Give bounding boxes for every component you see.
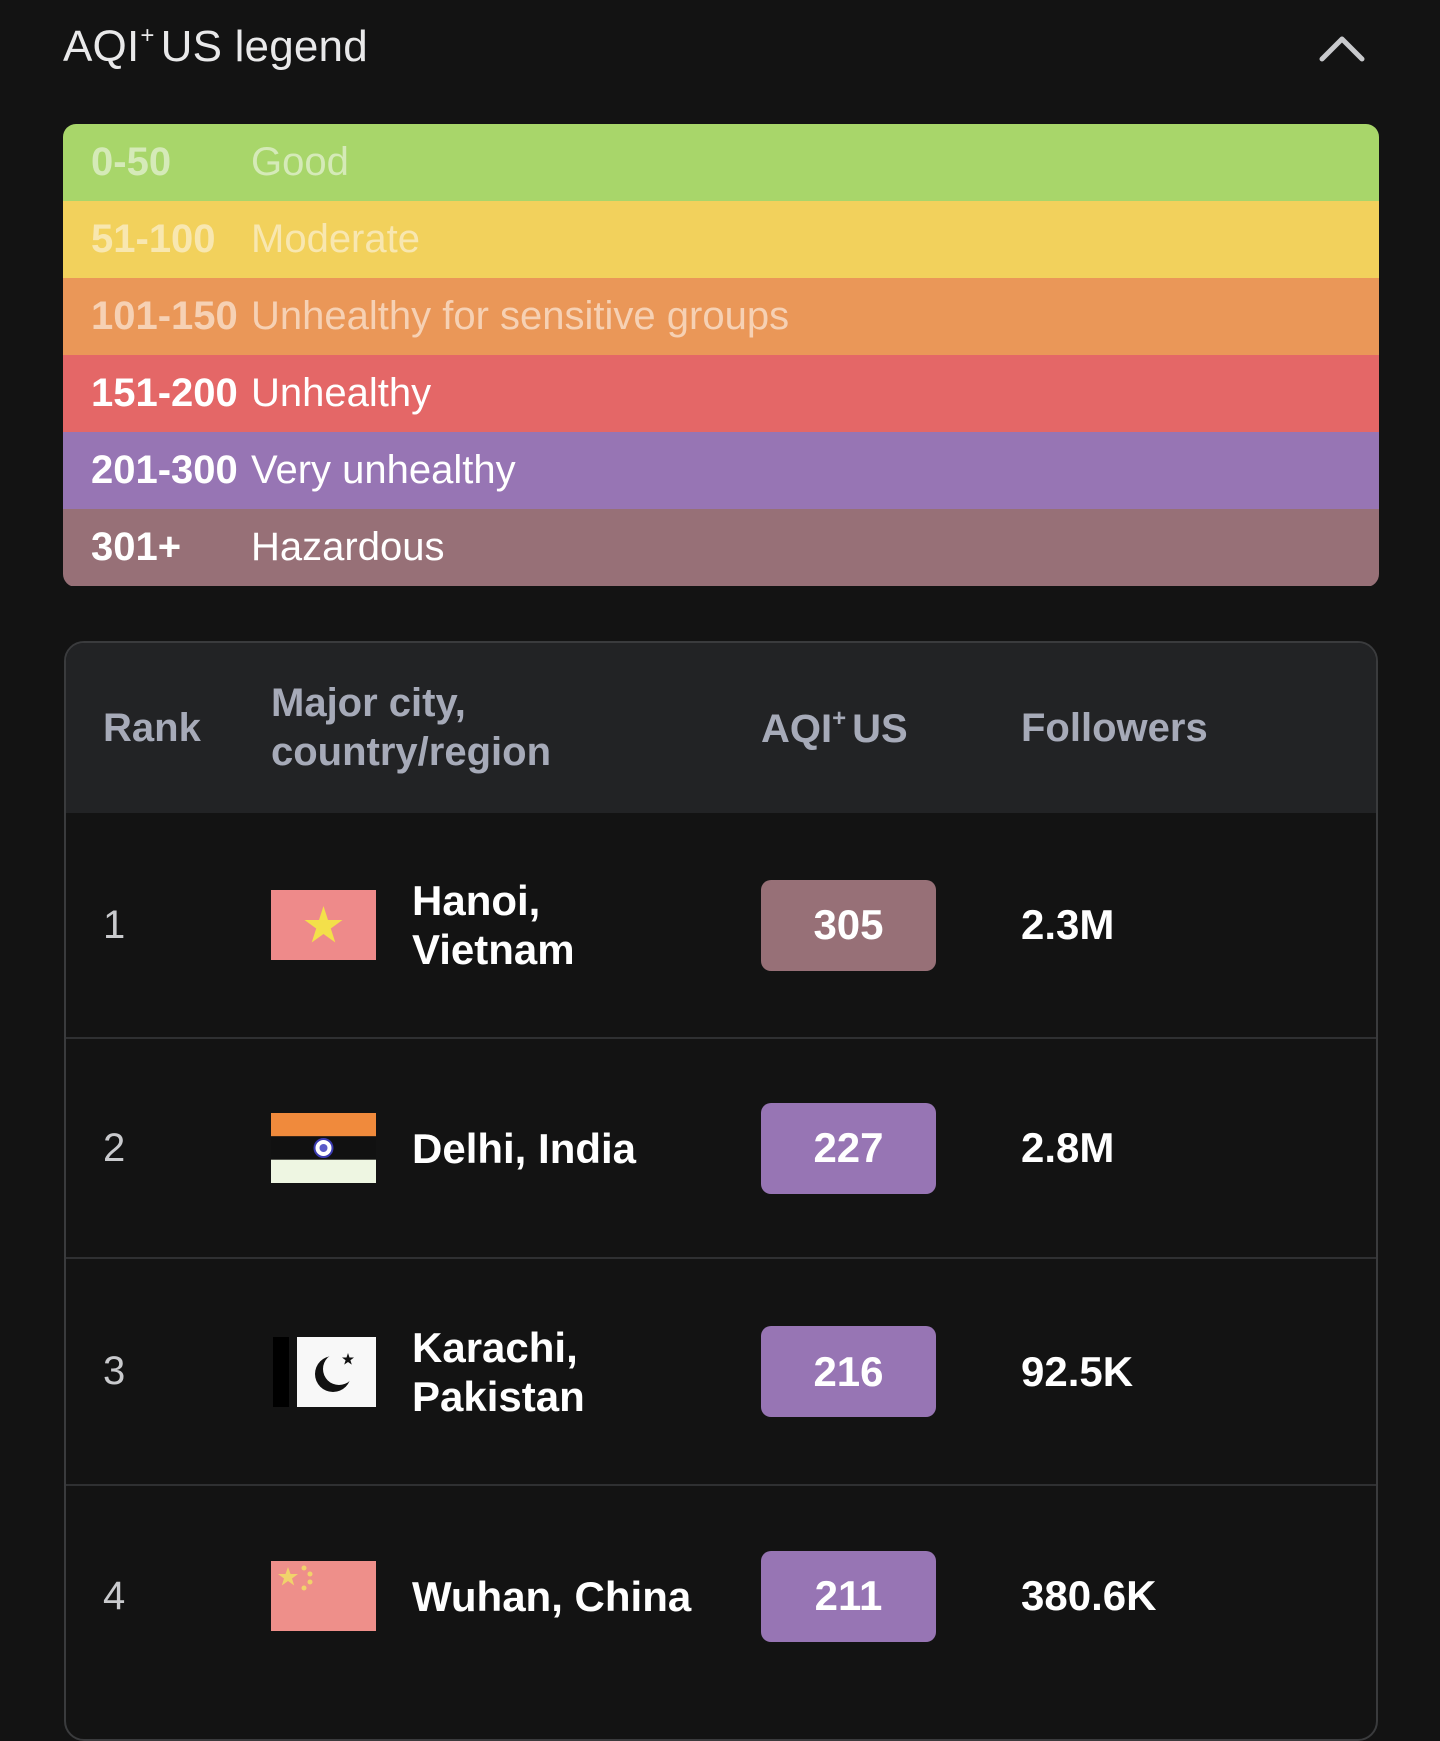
header-followers: Followers <box>1021 705 1208 750</box>
legend-label: Unhealthy for sensitive groups <box>251 294 790 338</box>
followers-count: 92.5K <box>1021 1347 1134 1395</box>
legend-row-unhealthy: 151-200 Unhealthy <box>63 355 1379 432</box>
aqi-badge: 227 <box>761 1102 936 1194</box>
city-cell[interactable]: Delhi, India <box>271 1113 761 1183</box>
table-row[interactable]: 1 Hanoi, Vietnam 305 2.3M <box>66 813 1376 1039</box>
city-cell[interactable]: Hanoi, Vietnam <box>271 876 761 974</box>
followers-count: 2.3M <box>1021 901 1115 948</box>
pakistan-flag-icon <box>271 1336 376 1407</box>
city-cell[interactable]: Karachi, Pakistan <box>271 1323 761 1421</box>
table-row[interactable]: 3 Karachi, Pakistan 216 92.5K <box>66 1259 1376 1486</box>
aqi-badge: 216 <box>761 1326 936 1417</box>
aqi-cell: 211 <box>761 1550 1021 1642</box>
aqi-badge: 305 <box>761 879 936 971</box>
header-aqi: AQI+ US <box>761 704 908 751</box>
city-line1: Hanoi, <box>412 877 541 924</box>
city-line2: Vietnam <box>412 926 575 973</box>
city-line1: Karachi, <box>412 1323 578 1371</box>
followers-count: 2.8M <box>1021 1124 1115 1171</box>
header-city-line1: Major city, <box>271 681 466 725</box>
india-flag-icon <box>271 1113 376 1183</box>
city-name[interactable]: Karachi, Pakistan <box>412 1323 585 1421</box>
rank-number: 4 <box>103 1573 126 1618</box>
chevron-up-icon[interactable] <box>1316 27 1368 67</box>
legend-label: Hazardous <box>251 525 445 569</box>
legend-range: 51-100 <box>91 217 216 261</box>
city-name[interactable]: Wuhan, China <box>412 1572 691 1621</box>
aqi-cell: 216 <box>761 1326 1021 1417</box>
followers-count: 380.6K <box>1021 1572 1157 1619</box>
table-row[interactable]: 2 Delhi, India 227 2.8M <box>66 1039 1376 1259</box>
city-name[interactable]: Hanoi, Vietnam <box>412 876 575 974</box>
aqi-badge: 211 <box>761 1550 936 1642</box>
legend-label: Unhealthy <box>251 371 432 415</box>
legend-header[interactable]: AQI+ US legend <box>63 16 1368 78</box>
city-cell[interactable]: Wuhan, China <box>271 1561 761 1631</box>
legend-range: 201-300 <box>91 448 238 492</box>
legend-label: Moderate <box>251 217 420 261</box>
rank-number: 2 <box>103 1125 126 1170</box>
table-row[interactable]: 4 Wuhan, China 211 380.6K <box>66 1486 1376 1706</box>
vietnam-flag-icon <box>271 890 376 960</box>
legend-range: 101-150 <box>91 294 238 338</box>
header-rank: Rank <box>103 705 201 750</box>
legend-row-hazardous: 301+ Hazardous <box>63 509 1379 586</box>
rank-number: 3 <box>103 1349 126 1393</box>
city-ranking-table: Rank Major city, country/region AQI+ US F… <box>64 641 1378 1741</box>
china-flag-icon <box>271 1561 376 1631</box>
aqi-cell: 227 <box>761 1102 1021 1194</box>
city-name[interactable]: Delhi, India <box>412 1124 636 1173</box>
aqi-legend-table: 0-50 Good 51-100 Moderate 101-150 Unheal… <box>63 124 1379 587</box>
city-line2: Pakistan <box>412 1372 585 1420</box>
table-header: Rank Major city, country/region AQI+ US F… <box>66 643 1376 813</box>
legend-row-very-unhealthy: 201-300 Very unhealthy <box>63 432 1379 509</box>
legend-title: AQI+ US legend <box>63 22 368 71</box>
legend-row-moderate: 51-100 Moderate <box>63 201 1379 278</box>
legend-range: 151-200 <box>91 371 238 415</box>
city-line1: Delhi, India <box>412 1124 637 1172</box>
legend-row-sensitive: 101-150 Unhealthy for sensitive groups <box>63 278 1379 355</box>
rank-number: 1 <box>103 902 126 947</box>
header-city: Major city, country/region <box>271 679 761 777</box>
legend-label: Very unhealthy <box>251 448 516 492</box>
aqi-cell: 305 <box>761 879 1021 971</box>
city-line1: Wuhan, China <box>412 1572 692 1620</box>
legend-row-good: 0-50 Good <box>63 124 1379 201</box>
legend-range: 301+ <box>91 525 182 569</box>
legend-range: 0-50 <box>91 140 172 184</box>
header-city-line2: country/region <box>271 730 552 774</box>
legend-label: Good <box>251 140 349 184</box>
